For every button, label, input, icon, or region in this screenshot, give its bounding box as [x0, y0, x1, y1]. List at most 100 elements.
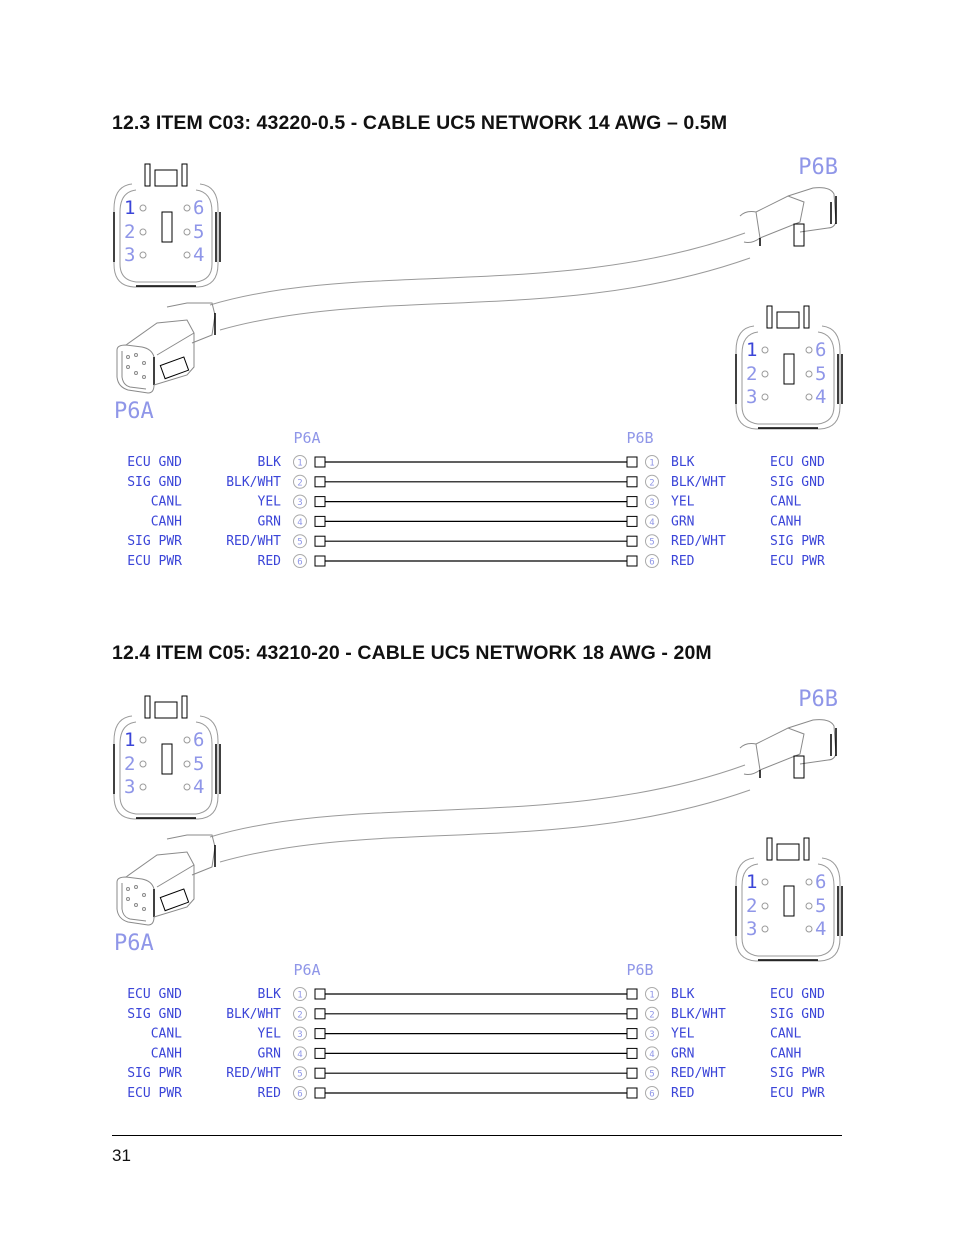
diagram-canvas: 123654123654P6AP6BP6A P6BECU GND BLK 1 1 BLK E…: [113, 687, 843, 1101]
pin-socket: [139, 204, 147, 212]
terminal-left: [314, 496, 326, 508]
terminal-left: [314, 1028, 326, 1040]
signal-left: CANL: [151, 495, 182, 510]
pin-label-right: 3: [649, 1030, 654, 1040]
wire-row: SIG GND BLK/WHT 2 2 BLK/WHT SIG GND: [127, 474, 825, 490]
latch-clip: [154, 169, 178, 187]
pin-label-right: 4: [649, 1050, 654, 1060]
wire-color-left: BLK/WHT: [226, 475, 281, 490]
pin-socket: [183, 251, 191, 259]
pin-label-right: 6: [649, 558, 654, 568]
signal-right: CANL: [770, 1027, 801, 1042]
wire-color-left: BLK/WHT: [226, 1007, 281, 1022]
wire-color-left: RED: [258, 554, 282, 569]
pin-socket: [761, 902, 769, 910]
pin-socket: [183, 228, 191, 236]
pin-label-left: 2: [297, 1010, 302, 1020]
terminal-left: [314, 1008, 326, 1020]
wire-color-right: BLK/WHT: [671, 1007, 726, 1022]
pin-number: 3: [124, 776, 135, 798]
pin-number: 4: [193, 776, 204, 798]
signal-left: SIG PWR: [127, 1066, 182, 1081]
pin-number: 2: [124, 221, 135, 243]
signal-left: ECU GND: [127, 455, 182, 470]
pin-socket: [183, 783, 191, 791]
terminal-left: [314, 476, 326, 488]
pin-label-left: 4: [297, 1050, 302, 1060]
key-slot: [161, 743, 173, 775]
pin-number: 4: [193, 244, 204, 266]
pin-socket: [805, 393, 813, 401]
plug-p6b-drawing: [739, 719, 837, 779]
signal-left: SIG GND: [127, 475, 182, 490]
terminal-right: [626, 476, 638, 488]
pin-label-left: 1: [297, 991, 302, 1001]
pin-label-left: 3: [297, 498, 302, 508]
latch-post: [181, 695, 188, 719]
signal-right: CANH: [770, 514, 801, 529]
page-number: 31: [112, 1146, 131, 1165]
pin-label-left: 1: [297, 459, 302, 469]
pin-number: 3: [746, 386, 757, 408]
table-header-p6a: P6A: [293, 961, 320, 979]
table-header-p6b: P6B: [626, 429, 653, 447]
connector-face-p6b: 123 654: [735, 837, 843, 962]
pin-socket: [805, 346, 813, 354]
key-slot: [161, 211, 173, 243]
table-header-p6b: P6B: [626, 961, 653, 979]
pin-socket: [183, 204, 191, 212]
wire-row: CANH GRN 4 4 GRN CANH: [151, 514, 801, 529]
pin-socket: [761, 346, 769, 354]
cable-diagram-c03: 1 2 3 6 5 4 1 2 3 6 5 4 P6A P6B P6A P6B ECU GND BLK 1 1 BLK E…: [0, 150, 954, 630]
pin-number: 4: [815, 918, 826, 940]
latch-post: [803, 837, 810, 861]
pin-socket: [183, 736, 191, 744]
pin-number: 3: [124, 244, 135, 266]
latch-clip: [154, 701, 178, 719]
pin-number: 4: [815, 386, 826, 408]
latch-post: [766, 305, 773, 329]
footer-divider: [112, 1135, 842, 1136]
signal-left: ECU PWR: [127, 554, 182, 569]
pin-label-left: 6: [297, 558, 302, 568]
wire-color-right: BLK: [671, 455, 695, 470]
wire-color-left: RED/WHT: [226, 534, 281, 549]
pin-label-right: 1: [649, 991, 654, 1001]
pin-label-right: 6: [649, 1090, 654, 1100]
diagram-canvas: 123654123654P6AP6BP6A P6BECU GND BLK 1 1 BLK E…: [113, 155, 843, 569]
pin-label-right: 2: [649, 1010, 654, 1020]
terminal-right: [626, 456, 638, 468]
terminal-right: [626, 1047, 638, 1059]
plug-p6a-drawing: [116, 302, 216, 394]
wire-row: ECU PWR RED 6 6 RED ECU PWR: [127, 554, 825, 569]
wire-color-right: YEL: [671, 495, 695, 510]
wire-color-right: YEL: [671, 1027, 695, 1042]
pin-label-right: 5: [649, 538, 654, 548]
signal-right: ECU GND: [770, 987, 825, 1002]
pin-number: 5: [815, 895, 826, 917]
pin-number: 6: [815, 871, 826, 893]
pin-number: 5: [193, 753, 204, 775]
table-header-p6a: P6A: [293, 429, 320, 447]
wire-row: SIG GND BLK/WHT 2 2 BLK/WHT SIG GND: [127, 1006, 825, 1022]
pin-label-left: 2: [297, 478, 302, 488]
pin-number: 1: [124, 197, 135, 219]
latch-post: [766, 837, 773, 861]
latch-post: [803, 305, 810, 329]
connector-label-p6b: P6B: [798, 155, 838, 180]
signal-left: SIG GND: [127, 1007, 182, 1022]
pin-number: 6: [193, 197, 204, 219]
connector-face-p6a: 123 654: [113, 695, 221, 820]
signal-right: SIG GND: [770, 475, 825, 490]
signal-right: CANL: [770, 495, 801, 510]
terminal-left: [314, 988, 326, 1000]
latch-clip: [776, 843, 800, 861]
wire-color-right: GRN: [671, 1046, 694, 1061]
pin-socket: [139, 251, 147, 259]
wire-color-left: RED/WHT: [226, 1066, 281, 1081]
pin-socket: [805, 878, 813, 886]
terminal-left: [314, 535, 326, 547]
pin-label-right: 1: [649, 459, 654, 469]
pin-label-left: 6: [297, 1090, 302, 1100]
key-slot: [783, 885, 795, 917]
